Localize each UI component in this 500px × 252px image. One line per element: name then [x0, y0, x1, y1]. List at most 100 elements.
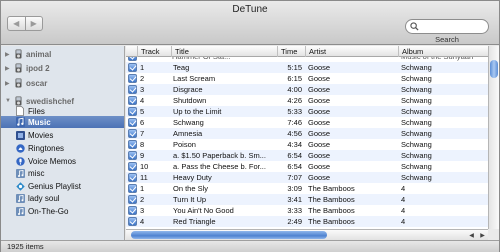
- table-row[interactable]: 6 Schwang 7:46 Goose Schwang: [126, 117, 488, 128]
- disclosure-right-icon[interactable]: ▶: [5, 80, 13, 87]
- sidebar-item-voice-memos[interactable]: Voice Memos: [15, 155, 76, 167]
- cell-title: On the Sly: [173, 184, 209, 193]
- cell-time: 4:00: [287, 85, 302, 94]
- cell-track: 3: [140, 85, 145, 94]
- column-header-time[interactable]: Time: [278, 46, 306, 57]
- cell-track: 6: [140, 118, 145, 127]
- table-row[interactable]: 1 On the Sly 3:09 The Bamboos 4: [126, 183, 488, 194]
- disclosure-right-icon[interactable]: ▶: [5, 51, 13, 58]
- checked-checkbox[interactable]: [128, 206, 137, 215]
- sidebar-item-lady-soul[interactable]: lady soul: [15, 192, 60, 204]
- cell-track: 2: [140, 195, 145, 204]
- cell-track: 4: [140, 96, 145, 105]
- disclosure-right-icon[interactable]: ▶: [5, 65, 13, 72]
- column-header-title[interactable]: Title: [172, 46, 278, 57]
- cell-album: Schwang: [401, 96, 432, 105]
- genius-icon: [15, 181, 25, 191]
- sidebar-device-label: ipod 2: [26, 63, 50, 73]
- cell-album: Schwang: [401, 173, 432, 182]
- table-row[interactable]: 11 Heavy Duty 7:07 Goose Schwang: [126, 172, 488, 183]
- sidebar-device-ipod-2[interactable]: ▶ ipod 2: [5, 62, 50, 74]
- scroll-left-arrow-icon[interactable]: ◀: [466, 230, 477, 240]
- cell-time: 5:15: [287, 63, 302, 72]
- table-row[interactable]: 9 a. $1.50 Paperback b. Sm... 6:54 Goose Sch…: [126, 150, 488, 161]
- sidebar-item-label: Genius Playlist: [28, 181, 81, 191]
- checked-checkbox[interactable]: [128, 162, 137, 171]
- cell-time: 6:54: [287, 162, 302, 171]
- forward-button[interactable]: ▶: [24, 17, 43, 30]
- horizontal-scrollbar[interactable]: ◀ ▶: [126, 229, 488, 240]
- sidebar-item-movies[interactable]: Movies: [15, 129, 53, 141]
- column-header-check[interactable]: [126, 46, 138, 57]
- checked-checkbox[interactable]: [128, 85, 137, 94]
- cell-track: 1: [140, 63, 145, 72]
- sidebar-device-animal[interactable]: ▶ animal: [5, 48, 51, 60]
- checked-checkbox[interactable]: [128, 173, 137, 182]
- cell-artist: Goose: [308, 74, 331, 83]
- cell-title: Poison: [173, 140, 196, 149]
- cell-artist: The Bamboos: [308, 206, 355, 215]
- checked-checkbox[interactable]: [128, 184, 137, 193]
- table-row[interactable]: 1 Teag 5:15 Goose Schwang: [126, 62, 488, 73]
- table-row[interactable]: 10 a. Pass the Cheese b. For... 6:54 Goose S…: [126, 161, 488, 172]
- checked-checkbox[interactable]: [128, 118, 137, 127]
- cell-album: Schwang: [401, 85, 432, 94]
- cell-album: Schwang: [401, 63, 432, 72]
- vertical-scrollbar[interactable]: [488, 46, 499, 229]
- scroll-corner: [488, 229, 499, 240]
- sidebar-item-music[interactable]: Music: [1, 116, 124, 128]
- status-bar: 1925 items: [1, 240, 499, 252]
- disclosure-down-icon[interactable]: ▼: [5, 98, 13, 104]
- cell-track: 3: [140, 206, 145, 215]
- cell-title: Amnesia: [173, 129, 203, 138]
- cell-artist: Goose: [308, 151, 331, 160]
- table-row[interactable]: 4 Red Triangle 2:49 The Bamboos 4: [126, 216, 488, 227]
- sidebar-item-ringtones[interactable]: Ringtones: [15, 142, 64, 154]
- sidebar-item-label: Music: [28, 117, 51, 127]
- sidebar-item-misc[interactable]: misc: [15, 167, 44, 179]
- checked-checkbox[interactable]: [128, 74, 137, 83]
- ipod-icon: [13, 49, 23, 59]
- table-row[interactable]: 8 Poison 4:34 Goose Schwang: [126, 139, 488, 150]
- back-button[interactable]: ◀: [8, 17, 25, 30]
- cell-track: 8: [140, 140, 145, 149]
- checked-checkbox[interactable]: [128, 63, 137, 72]
- column-header-album[interactable]: Album: [399, 46, 488, 57]
- app-window: DeTune ◀ ▶ Search ▶ animal ▶ ipod 2 ▶ os…: [0, 0, 500, 252]
- ipod-icon: [13, 78, 23, 88]
- search-input[interactable]: [421, 21, 483, 32]
- vertical-scroll-thumb[interactable]: [490, 60, 498, 78]
- checked-checkbox[interactable]: [128, 129, 137, 138]
- search-field[interactable]: [405, 19, 489, 34]
- cell-track: 10: [140, 162, 149, 171]
- table-row[interactable]: 5 Up to the Limit 5:33 Goose Schwang: [126, 106, 488, 117]
- table-row[interactable]: 2 Turn It Up 3:41 The Bamboos 4: [126, 194, 488, 205]
- cell-title: Red Triangle: [173, 217, 216, 226]
- checked-checkbox[interactable]: [128, 140, 137, 149]
- table-row[interactable]: 2 Last Scream 6:15 Goose Schwang: [126, 73, 488, 84]
- table-row[interactable]: 4 Shutdown 4:26 Goose Schwang: [126, 95, 488, 106]
- column-header-track[interactable]: Track: [138, 46, 172, 57]
- table-row[interactable]: 7 Amnesia 4:56 Goose Schwang: [126, 128, 488, 139]
- horizontal-scroll-thumb[interactable]: [131, 231, 327, 239]
- cell-album: Schwang: [401, 107, 432, 116]
- cell-time: 3:41: [287, 195, 302, 204]
- cell-title: a. Pass the Cheese b. For...: [173, 162, 266, 171]
- cell-time: 2:49: [287, 217, 302, 226]
- sidebar-item-genius-playlist[interactable]: Genius Playlist: [15, 180, 81, 192]
- scroll-right-arrow-icon[interactable]: ▶: [477, 230, 488, 240]
- checked-checkbox[interactable]: [128, 195, 137, 204]
- checked-checkbox[interactable]: [128, 151, 137, 160]
- checked-checkbox[interactable]: [128, 96, 137, 105]
- cell-album: Schwang: [401, 151, 432, 160]
- checked-checkbox[interactable]: [128, 107, 137, 116]
- sidebar-device-oscar[interactable]: ▶ oscar: [5, 77, 47, 89]
- cell-title: a. $1.50 Paperback b. Sm...: [173, 151, 266, 160]
- cell-artist: Goose: [308, 140, 331, 149]
- column-header-artist[interactable]: Artist: [306, 46, 399, 57]
- checked-checkbox[interactable]: [128, 217, 137, 226]
- playlist-icon: [15, 168, 25, 178]
- sidebar-item-on-the-go[interactable]: On-The-Go: [15, 205, 68, 217]
- table-row[interactable]: 3 You Ain't No Good 3:33 The Bamboos 4: [126, 205, 488, 216]
- table-row[interactable]: 3 Disgrace 4:00 Goose Schwang: [126, 84, 488, 95]
